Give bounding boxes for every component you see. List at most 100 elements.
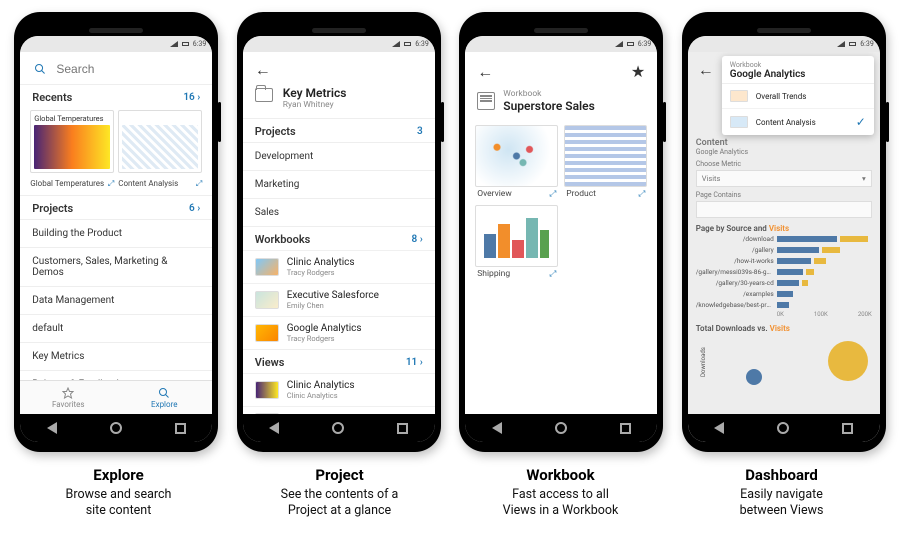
popover-view-item[interactable]: Content Analysis ✓	[722, 109, 874, 135]
hbar-axis: 0K100K200K	[696, 311, 872, 318]
back-key[interactable]	[714, 422, 724, 434]
view-card[interactable]: Product⤢	[564, 125, 647, 199]
phone-dashboard: 6:39 ← Workbook Google Analytics Overall…	[682, 12, 886, 452]
project-item[interactable]: default	[20, 314, 212, 342]
back-key[interactable]	[47, 422, 57, 434]
pin-icon[interactable]: ⤢	[638, 189, 645, 199]
tab-favorites[interactable]: Favorites	[20, 381, 116, 414]
hbar-chart: /download /gallery /how-it-works /galler…	[696, 235, 872, 309]
recent-caption: Global Temperatures⤢	[30, 179, 114, 189]
workbook-crumb: Workbook	[503, 89, 595, 99]
view-thumb	[564, 125, 647, 187]
check-icon: ✓	[856, 115, 866, 129]
battery-icon	[627, 42, 634, 46]
popover-crumb: Workbook	[730, 61, 866, 69]
recent-card[interactable]: Global Temperatures	[30, 110, 114, 173]
search-icon	[34, 62, 46, 76]
back-button[interactable]: ←	[255, 62, 271, 78]
view-switcher-popover: Workbook Google Analytics Overall Trends…	[722, 56, 874, 135]
back-button[interactable]: ←	[477, 64, 493, 80]
chevron-down-icon: ▾	[862, 174, 866, 183]
pin-icon[interactable]: ⤢	[549, 269, 556, 279]
home-key[interactable]	[555, 422, 567, 434]
recent-card[interactable]	[118, 110, 202, 173]
android-statusbar: 6:39	[465, 36, 657, 52]
project-item[interactable]: Data Management	[20, 286, 212, 314]
caption-workbook: Workbook Fast access to allViews in a Wo…	[459, 466, 663, 518]
project-item[interactable]: Customers, Sales, Marketing & Demos	[20, 247, 212, 286]
home-key[interactable]	[110, 422, 122, 434]
back-key[interactable]	[492, 422, 502, 434]
view-card[interactable]: Overview⤢	[475, 125, 558, 199]
star-icon	[62, 387, 74, 399]
project-item[interactable]: Key Metrics	[20, 342, 212, 370]
recent-key[interactable]	[175, 423, 186, 434]
search-input[interactable]	[56, 62, 198, 76]
workbook-item[interactable]: Clinic AnalyticsTracy Rodgers	[243, 250, 435, 283]
recent-key[interactable]	[620, 423, 631, 434]
captions-row: Explore Browse and searchsite content Pr…	[0, 452, 900, 518]
dashboard-title-bg: Content	[696, 138, 872, 148]
signal-icon	[392, 41, 400, 47]
phone-workbook: 6:39 ← ★ Workbook Superstore Sales	[459, 12, 663, 452]
back-button[interactable]: ←	[698, 60, 714, 80]
android-statusbar: 6:39	[688, 36, 880, 52]
tab-explore[interactable]: Explore	[116, 381, 212, 414]
project-item[interactable]: Development	[243, 142, 435, 170]
metric-select[interactable]: Visits▾	[696, 170, 872, 187]
bubble-chart	[696, 341, 872, 389]
view-thumb-icon	[730, 90, 748, 102]
workbook-icon	[477, 92, 495, 110]
recents-header[interactable]: Recents 16 ›	[20, 84, 212, 108]
projects-header[interactable]: Projects 6 ›	[20, 195, 212, 219]
android-statusbar: 6:39	[243, 36, 435, 52]
popover-view-item[interactable]: Overall Trends	[722, 84, 874, 109]
view-card[interactable]: Shipping⤢	[475, 205, 558, 279]
recent-key[interactable]	[397, 423, 408, 434]
view-item[interactable]: Content Analysis	[243, 406, 435, 414]
phone-explore: 6:39 Recents 16 › Global Temperatures	[14, 12, 218, 452]
status-time: 6:39	[193, 40, 207, 48]
signal-icon	[615, 41, 623, 47]
view-thumb-icon	[730, 116, 748, 128]
battery-icon	[404, 42, 411, 46]
recent-caption: Content Analysis⤢	[118, 179, 202, 189]
home-key[interactable]	[777, 422, 789, 434]
android-navbar	[465, 414, 657, 442]
bottom-tabs: Favorites Explore	[20, 380, 212, 414]
view-item[interactable]: Clinic AnalyticsClinic Analytics	[243, 373, 435, 406]
popover-title: Google Analytics	[730, 69, 866, 80]
caption-project: Project See the contents of aProject at …	[238, 466, 442, 518]
project-item[interactable]: Building the Product	[20, 219, 212, 247]
signal-icon	[170, 41, 178, 47]
project-item[interactable]: Sales	[243, 198, 435, 226]
view-thumb	[475, 205, 558, 267]
workbook-item[interactable]: Executive SalesforceEmily Chen	[243, 283, 435, 316]
android-navbar	[243, 414, 435, 442]
signal-icon	[837, 41, 845, 47]
back-key[interactable]	[269, 422, 279, 434]
favorite-button[interactable]: ★	[631, 62, 645, 81]
view-thumb	[475, 125, 558, 187]
caption-dashboard: Dashboard Easily navigatebetween Views	[680, 466, 884, 518]
workbooks-header[interactable]: Workbooks8 ›	[243, 226, 435, 250]
battery-icon	[182, 42, 189, 46]
search-icon	[158, 387, 170, 399]
phone-project: 6:39 ← Key Metrics Ryan Whitney Projects…	[237, 12, 441, 452]
workbook-title: Superstore Sales	[503, 99, 595, 113]
pin-icon[interactable]: ⤢	[108, 179, 114, 189]
android-navbar	[688, 414, 880, 442]
pin-icon[interactable]: ⤢	[196, 179, 202, 189]
project-item[interactable]: Marketing	[243, 170, 435, 198]
folder-icon	[255, 88, 273, 102]
searchbar[interactable]	[20, 52, 212, 84]
views-header[interactable]: Views11 ›	[243, 349, 435, 373]
page-contains-input[interactable]	[696, 201, 872, 218]
recents-label: Recents	[32, 91, 72, 104]
pin-icon[interactable]: ⤢	[549, 189, 556, 199]
recent-key[interactable]	[842, 423, 853, 434]
workbook-item[interactable]: Google AnalyticsTracy Rodgers	[243, 316, 435, 349]
subprojects-header[interactable]: Projects3	[243, 118, 435, 142]
home-key[interactable]	[332, 422, 344, 434]
android-navbar	[20, 414, 212, 442]
